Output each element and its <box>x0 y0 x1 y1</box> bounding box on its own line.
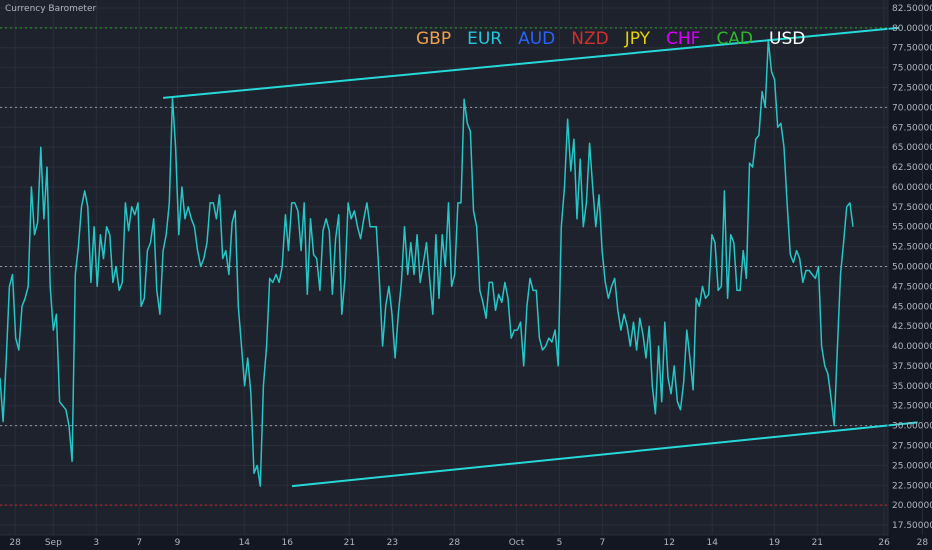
plot-pane <box>0 0 888 535</box>
y-tick-label: 77.50000 <box>892 44 932 54</box>
y-tick-label: 27.50000 <box>892 442 932 452</box>
y-tick-label: 25.00000 <box>892 461 932 471</box>
x-tick-label: 7 <box>600 538 606 548</box>
legend-item-jpy: JPY <box>624 29 651 49</box>
y-tick-label: 65.00000 <box>892 143 932 153</box>
y-tick-label: 60.00000 <box>892 183 932 193</box>
legend-item-cad: CAD <box>716 29 753 49</box>
y-tick-label: 50.00000 <box>892 263 932 273</box>
y-tick-label: 17.50000 <box>892 521 932 531</box>
x-tick-label: 28 <box>917 538 929 548</box>
legend-item-eur: EUR <box>467 29 502 49</box>
legend-item-aud: AUD <box>518 29 555 49</box>
y-tick-label: 52.50000 <box>892 243 932 253</box>
x-tick-label: 12 <box>664 538 675 548</box>
x-tick-label: 28 <box>9 538 21 548</box>
y-tick-label: 45.00000 <box>892 302 932 312</box>
x-tick-label: 14 <box>707 538 719 548</box>
legend-item-chf: CHF <box>666 29 700 49</box>
y-tick-label: 67.50000 <box>892 123 932 133</box>
y-tick-label: 22.50000 <box>892 481 932 491</box>
x-tick-label: 3 <box>93 538 99 548</box>
y-tick-label: 82.50000 <box>892 4 932 14</box>
x-tick-label: 23 <box>387 538 398 548</box>
y-tick-label: 70.00000 <box>892 103 932 113</box>
y-tick-label: 42.50000 <box>892 322 932 332</box>
y-tick-label: 47.50000 <box>892 282 932 292</box>
x-tick-label: 21 <box>344 538 355 548</box>
y-tick-label: 20.00000 <box>892 501 932 511</box>
y-tick-label: 37.50000 <box>892 362 932 372</box>
y-tick-label: 72.50000 <box>892 84 932 94</box>
y-tick-label: 40.00000 <box>892 342 932 352</box>
y-tick-label: 35.00000 <box>892 382 932 392</box>
y-tick-label: 75.00000 <box>892 64 932 74</box>
indicator-title[interactable]: Currency Barometer <box>5 4 96 14</box>
x-tick-label: 7 <box>136 538 142 548</box>
y-tick-label: 80.00000 <box>892 24 932 34</box>
legend-item-usd: USD <box>769 29 805 49</box>
x-tick-label: 5 <box>557 538 563 548</box>
y-tick-label: 30.00000 <box>892 422 932 432</box>
x-tick-label: 19 <box>769 538 781 548</box>
x-tick-label: Sep <box>45 538 62 548</box>
y-tick-label: 57.50000 <box>892 203 932 213</box>
x-tick-label: 26 <box>878 538 890 548</box>
y-tick-label: 55.00000 <box>892 223 932 233</box>
x-tick-label: 14 <box>239 538 251 548</box>
y-tick-label: 32.50000 <box>892 402 932 412</box>
legend-item-nzd: NZD <box>571 29 608 49</box>
legend-item-gbp: GBP <box>416 29 451 49</box>
x-tick-label: 28 <box>449 538 461 548</box>
x-tick-label: Oct <box>509 538 525 548</box>
x-tick-label: 9 <box>175 538 181 548</box>
chart-canvas: 17.50000 20.00000 22.50000 25.00000 27.50000… <box>0 0 932 550</box>
x-tick-label: 21 <box>812 538 823 548</box>
x-tick-label: 16 <box>282 538 294 548</box>
y-tick-label: 62.50000 <box>892 163 932 173</box>
